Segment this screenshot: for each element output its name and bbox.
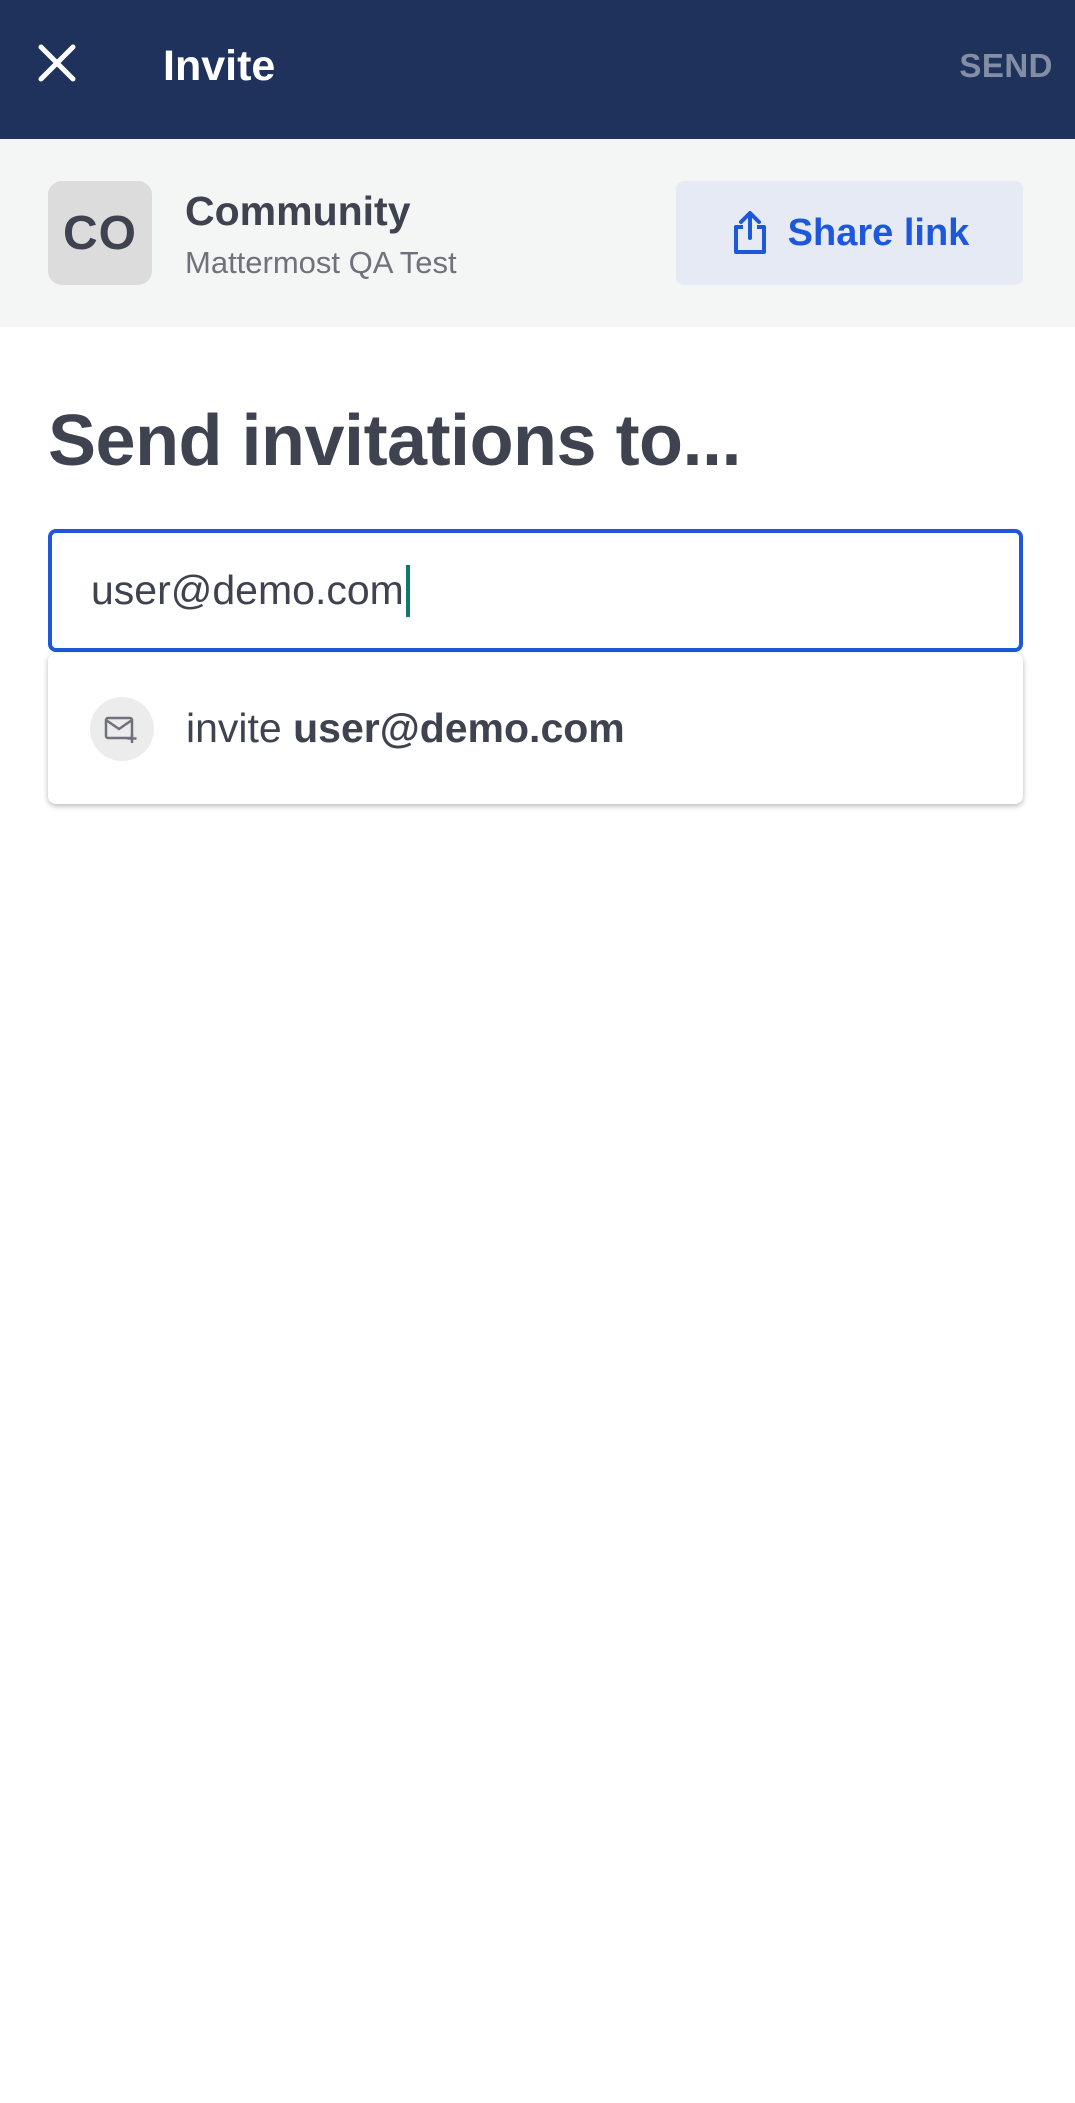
team-info-bar: CO Community Mattermost QA Test Share li… [0, 139, 1075, 327]
suggestion-text: invite user@demo.com [186, 705, 625, 752]
share-icon [733, 211, 766, 254]
share-link-label: Share link [787, 211, 970, 254]
section-heading: Send invitations to... [48, 401, 742, 481]
search-input-value: user@demo.com [91, 567, 404, 613]
team-name: Community [185, 188, 411, 234]
send-button[interactable]: SEND [959, 44, 1053, 88]
email-add-icon [90, 696, 154, 761]
team-avatar: CO [48, 181, 152, 285]
suggestion-prefix: invite [186, 705, 282, 751]
text-caret [405, 564, 410, 617]
close-button[interactable] [24, 30, 90, 96]
close-icon [38, 44, 76, 82]
invite-search-input[interactable]: user@demo.com [48, 529, 1023, 652]
suggestion-email: user@demo.com [293, 705, 625, 751]
header-bar: Invite SEND [0, 0, 1075, 139]
invite-suggestion-item[interactable]: invite user@demo.com [48, 653, 1023, 804]
share-link-button[interactable]: Share link [676, 181, 1023, 285]
page-title: Invite [163, 42, 276, 90]
team-subtitle: Mattermost QA Test [185, 245, 457, 280]
